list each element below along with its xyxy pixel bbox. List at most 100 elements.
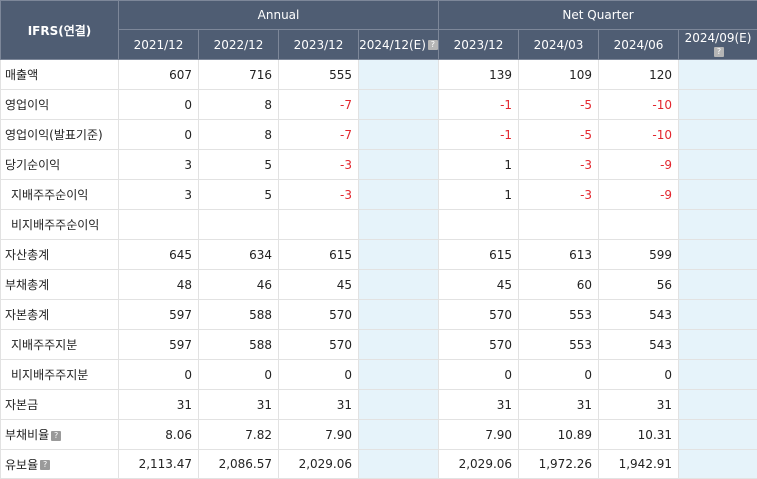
annual-group-header: Annual (119, 1, 439, 30)
value-cell: 570 (279, 330, 359, 360)
period-header: 2024/09(E)? (679, 30, 757, 60)
value-cell: 0 (199, 360, 279, 390)
value-cell: 634 (199, 240, 279, 270)
table-row: 비지배주주지분000000 (1, 360, 757, 390)
period-header: 2022/12 (199, 30, 279, 60)
value-cell: 645 (119, 240, 199, 270)
value-cell (199, 210, 279, 240)
row-label-text: 영업이익 (5, 98, 49, 112)
value-cell (359, 60, 439, 90)
value-cell: 2,113.47 (119, 450, 199, 479)
value-cell: 31 (199, 390, 279, 420)
value-cell: 553 (519, 300, 599, 330)
value-cell: -5 (519, 90, 599, 120)
row-label-text: 부채총계 (5, 278, 49, 292)
period-header: 2021/12 (119, 30, 199, 60)
row-label: 당기순이익 (1, 150, 119, 180)
period-label: 2024/12(E) (359, 38, 426, 52)
value-cell (679, 150, 757, 180)
row-label-text: 지배주주순이익 (11, 188, 88, 202)
value-cell: 8.06 (119, 420, 199, 450)
value-cell: 45 (279, 270, 359, 300)
value-cell: 615 (279, 240, 359, 270)
value-cell (679, 240, 757, 270)
value-cell: -3 (519, 150, 599, 180)
value-cell: 555 (279, 60, 359, 90)
period-header: 2024/06 (599, 30, 679, 60)
value-cell: 120 (599, 60, 679, 90)
value-cell (359, 210, 439, 240)
value-cell: 716 (199, 60, 279, 90)
value-cell: 3 (119, 150, 199, 180)
row-label: 부채총계 (1, 270, 119, 300)
value-cell: 31 (119, 390, 199, 420)
value-cell: -9 (599, 150, 679, 180)
value-cell: 2,086.57 (199, 450, 279, 479)
value-cell: -3 (279, 180, 359, 210)
value-cell: 570 (439, 330, 519, 360)
period-header: 2023/12 (279, 30, 359, 60)
row-label: 영업이익(발표기준) (1, 120, 119, 150)
value-cell: 570 (439, 300, 519, 330)
value-cell (359, 360, 439, 390)
period-header: 2024/12(E)? (359, 30, 439, 60)
period-label: 2022/12 (214, 38, 264, 52)
value-cell: 615 (439, 240, 519, 270)
period-header: 2023/12 (439, 30, 519, 60)
value-cell (359, 240, 439, 270)
table-row: 부채총계484645456056 (1, 270, 757, 300)
value-cell (679, 300, 757, 330)
row-label-text: 자본총계 (5, 308, 49, 322)
help-icon[interactable]: ? (40, 460, 50, 470)
row-label-text: 당기순이익 (5, 158, 60, 172)
value-cell (679, 360, 757, 390)
value-cell: 553 (519, 330, 599, 360)
value-cell: 1 (439, 180, 519, 210)
row-label: 매출액 (1, 60, 119, 90)
help-icon[interactable]: ? (428, 40, 438, 50)
row-label-text: 유보율 (5, 458, 38, 472)
value-cell (519, 210, 599, 240)
value-cell: 588 (199, 330, 279, 360)
value-cell: 60 (519, 270, 599, 300)
value-cell: -1 (439, 120, 519, 150)
value-cell: -10 (599, 120, 679, 150)
period-label: 2024/03 (534, 38, 584, 52)
value-cell: 0 (279, 360, 359, 390)
value-cell: 48 (119, 270, 199, 300)
table-row: 자산총계645634615615613599 (1, 240, 757, 270)
row-label: 지배주주지분 (1, 330, 119, 360)
row-label: 영업이익 (1, 90, 119, 120)
value-cell (359, 270, 439, 300)
value-cell (599, 210, 679, 240)
row-label-text: 비지배주주순이익 (11, 218, 99, 232)
value-cell (279, 210, 359, 240)
help-icon[interactable]: ? (714, 47, 724, 57)
table-row: 자본총계597588570570553543 (1, 300, 757, 330)
row-label-text: 부채비율 (5, 428, 49, 442)
help-icon[interactable]: ? (51, 431, 61, 441)
period-label: 2023/12 (454, 38, 504, 52)
row-label-text: 매출액 (5, 68, 38, 82)
table-row: 유보율?2,113.472,086.572,029.062,029.061,97… (1, 450, 757, 479)
value-cell: -5 (519, 120, 599, 150)
value-cell: 5 (199, 180, 279, 210)
row-label: 비지배주주순이익 (1, 210, 119, 240)
value-cell: 8 (199, 90, 279, 120)
value-cell (679, 180, 757, 210)
value-cell: 0 (439, 360, 519, 390)
value-cell (359, 450, 439, 479)
value-cell: -3 (519, 180, 599, 210)
row-label-text: 비지배주주지분 (11, 368, 88, 382)
period-label: 2021/12 (134, 38, 184, 52)
value-cell (359, 150, 439, 180)
ifrs-header: IFRS(연결) (1, 1, 119, 60)
period-label: 2024/06 (614, 38, 664, 52)
value-cell: 0 (599, 360, 679, 390)
value-cell (359, 300, 439, 330)
value-cell (679, 420, 757, 450)
value-cell (679, 450, 757, 479)
row-label-text: 자본금 (5, 398, 38, 412)
value-cell (359, 390, 439, 420)
value-cell: 613 (519, 240, 599, 270)
